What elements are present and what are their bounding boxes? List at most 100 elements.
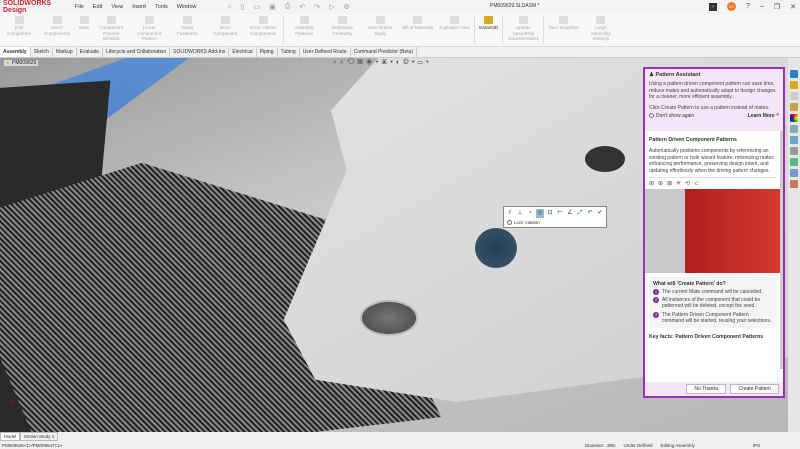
ribbon-move-component[interactable]: Move Component: [206, 14, 244, 46]
print-icon[interactable]: ⎙: [285, 3, 291, 11]
avatar[interactable]: CT: [727, 2, 737, 11]
lock-icon[interactable]: ⊡: [546, 209, 554, 218]
tab-user-defined-route[interactable]: User Defined Route: [300, 47, 351, 57]
feature-tree-root[interactable]: ● PM009629: [4, 60, 39, 66]
options-icon[interactable]: ⚙: [343, 3, 349, 11]
panel-scroll-area[interactable]: Pattern Driven Component Patterns Automa…: [645, 131, 783, 369]
separator: [473, 16, 475, 44]
redo-icon[interactable]: ↷: [314, 3, 320, 11]
appearances-icon[interactable]: [790, 114, 798, 122]
restore-button[interactable]: ❐: [774, 3, 780, 11]
tools-icon[interactable]: [790, 180, 798, 188]
tab-motion-study[interactable]: Motion Study 1: [20, 432, 59, 441]
help-icon[interactable]: ?: [746, 3, 750, 10]
tab-lifecycle-and-collaboration[interactable]: Lifecycle and Collaboration: [103, 47, 171, 57]
tab-assembly[interactable]: Assembly: [0, 47, 31, 57]
tab-markup[interactable]: Markup: [53, 47, 77, 57]
perpendicular-icon[interactable]: ⊥: [516, 209, 524, 218]
tab-piping[interactable]: Piping: [257, 47, 278, 57]
tab-tubing[interactable]: Tubing: [278, 47, 300, 57]
view-palette-icon[interactable]: [790, 103, 798, 111]
separator: [502, 16, 504, 44]
menu-insert[interactable]: Insert: [132, 4, 146, 10]
assembly-icon: ●: [6, 60, 10, 66]
flip-icon[interactable]: ⤢: [576, 209, 584, 218]
menu-edit[interactable]: Edit: [93, 4, 102, 10]
ribbon-instant3d[interactable]: Instant3D: [476, 14, 502, 46]
no-thanks-button[interactable]: No Thanks: [686, 384, 727, 394]
distance-icon[interactable]: ⊢: [556, 209, 564, 218]
selected-hole: [360, 300, 418, 336]
create-pattern-button[interactable]: Create Pattern: [730, 384, 779, 394]
angle-icon[interactable]: ∠: [566, 209, 574, 218]
concentric-icon[interactable]: ◎: [536, 209, 544, 218]
command-icon: [596, 16, 606, 24]
minimize-button[interactable]: –: [760, 3, 764, 10]
forum-icon[interactable]: [790, 136, 798, 144]
ribbon-bill-of-materials[interactable]: Bill of Materials: [399, 14, 436, 46]
command-manager-tabs: Assembly Sketch Markup Evaluate Lifecycle an…: [0, 47, 800, 58]
ribbon-assembly-features[interactable]: Assembly Features: [285, 14, 323, 46]
command-icon: [484, 16, 494, 24]
ribbon-update-speedpak-subassemblies[interactable]: Update SpeedPak Subassemblies: [504, 14, 542, 46]
home-icon[interactable]: ⌂: [227, 3, 231, 11]
new-icon[interactable]: ▯: [241, 3, 245, 11]
ribbon-smart-fasteners[interactable]: Smart Fasteners: [168, 14, 206, 46]
key-facts-title: Key facts: Pattern Driven Component Patt…: [649, 334, 764, 341]
tab-model[interactable]: Model: [0, 432, 21, 441]
pattern-icon: ⊂: [694, 181, 700, 187]
recycle-icon[interactable]: [790, 147, 798, 155]
ribbon-insert-components[interactable]: Insert Components: [38, 14, 76, 46]
tab-sketch[interactable]: Sketch: [31, 47, 53, 57]
tab-evaluate[interactable]: Evaluate: [77, 47, 104, 57]
tab-electrical[interactable]: Electrical: [229, 47, 257, 57]
triad-icon: ⊹: [8, 398, 15, 407]
menu-file[interactable]: File: [75, 4, 84, 10]
terminal-icon[interactable]: ›: [709, 2, 718, 11]
save-icon[interactable]: ▣: [269, 3, 276, 11]
ribbon-component-preview-window[interactable]: Component Preview Window: [92, 14, 130, 46]
command-icon: [14, 16, 24, 24]
close-button[interactable]: ✕: [790, 3, 796, 11]
library-icon[interactable]: [790, 81, 798, 89]
ribbon-linear-component-pattern[interactable]: Linear Component Pattern: [130, 14, 168, 46]
solidworks-icon[interactable]: [790, 158, 798, 166]
step-item: 2 All instances of the component that cou…: [653, 297, 761, 310]
editing-mode: Editing Assembly: [660, 442, 695, 448]
menu-tools[interactable]: Tools: [155, 4, 168, 10]
ok-check-icon[interactable]: ✔: [596, 209, 604, 218]
file-explorer-icon[interactable]: [790, 92, 798, 100]
undo-icon[interactable]: ↶: [586, 209, 594, 218]
pattern-illustration: [645, 189, 780, 273]
units-selector[interactable]: IPS: [753, 443, 760, 448]
custom-properties-icon[interactable]: [790, 125, 798, 133]
tab-command-predictor-beta-[interactable]: Command Predictor (Beta): [351, 47, 418, 57]
ribbon-exploded-view[interactable]: Exploded View: [436, 14, 472, 46]
quick-access-toolbar: ⌂ ▯ ▭ ▣ ⎙ ↶ ↷ ▷ ⚙: [227, 3, 349, 11]
select-icon[interactable]: ▷: [329, 3, 334, 11]
command-icon: [52, 16, 62, 24]
dont-show-again-checkbox[interactable]: Don't show again: [649, 113, 694, 119]
parallel-icon[interactable]: ⫽: [506, 209, 514, 218]
ribbon-large-assembly-settings[interactable]: Large Assembly Settings: [582, 14, 620, 46]
intro-text: Using a pattern driven component pattern…: [649, 81, 776, 100]
ribbon-show-hidden-components[interactable]: Show Hidden Components: [244, 14, 282, 46]
open-icon[interactable]: ▭: [253, 3, 260, 11]
learn-more-link[interactable]: Learn More ^: [748, 113, 779, 119]
menu-view[interactable]: View: [111, 4, 123, 10]
ribbon-reference-geometry[interactable]: Reference Geometry: [323, 14, 361, 46]
command-icon: [79, 16, 89, 24]
undo-icon[interactable]: ↶: [299, 3, 305, 11]
step-item: 3 The Pattern Driven Component Pattern co…: [653, 311, 772, 324]
heads-up-view-toolbar[interactable]: ⌕⌕⟲▦◈▾▣▾◐◍▾▭▾: [333, 59, 432, 67]
user-icon[interactable]: [790, 169, 798, 177]
menu-window[interactable]: Window: [177, 4, 197, 10]
lock-rotation-checkbox[interactable]: Lock rotation: [504, 220, 606, 225]
ribbon-mate[interactable]: Mate: [76, 14, 92, 46]
ribbon-edit-component[interactable]: Edit Component: [0, 14, 38, 46]
tab-solidworks-add-ins[interactable]: SOLIDWORKS Add-Ins: [170, 47, 230, 57]
resources-icon[interactable]: [790, 70, 798, 78]
ribbon-new-motion-study[interactable]: New Motion Study: [361, 14, 399, 46]
tangent-icon[interactable]: ◔: [526, 209, 534, 218]
ribbon-take-snapshot[interactable]: Take Snapshot: [545, 14, 581, 46]
